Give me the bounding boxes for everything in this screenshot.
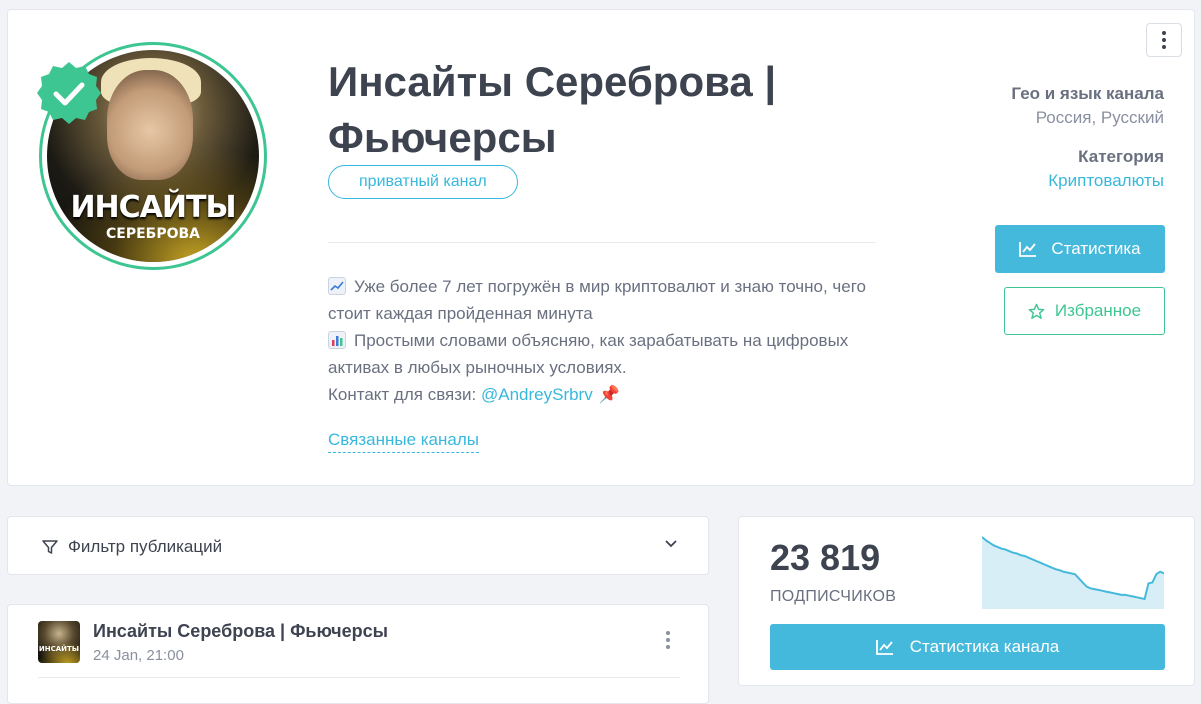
channel-header-card: ИНСАЙТЫ СЕРЕБРОВА Инсайты Сереброва | Фь… <box>7 9 1195 486</box>
statistics-button[interactable]: Статистика <box>995 225 1165 273</box>
avatar-subtitle-text: СЕРЕБРОВА <box>105 226 200 242</box>
bar-chart-icon <box>328 331 346 349</box>
verified-check-icon <box>37 62 101 124</box>
post-card: ИНСАЙТЫ Инсайты Сереброва | Фьючерсы 24 … <box>7 604 709 704</box>
post-channel-avatar[interactable]: ИНСАЙТЫ <box>38 621 80 663</box>
subscriber-label: ПОДПИСЧИКОВ <box>770 588 897 605</box>
filter-label: Фильтр публикаций <box>68 536 223 556</box>
chevron-down-icon[interactable] <box>664 537 678 551</box>
divider <box>38 677 680 678</box>
vertical-dots-icon <box>666 631 670 649</box>
channel-menu-button[interactable] <box>1146 23 1182 57</box>
contact-link[interactable]: @AndreySrbrv <box>481 385 593 404</box>
description-line-1: Уже более 7 лет погружён в мир криптовал… <box>328 277 867 323</box>
favorite-button[interactable]: Избранное <box>1004 287 1165 335</box>
subscriber-trend-sparkline <box>982 536 1164 609</box>
geo-language-value: Россия, Русский <box>1035 108 1164 127</box>
divider <box>328 242 876 243</box>
post-channel-name[interactable]: Инсайты Сереброва | Фьючерсы <box>93 621 388 642</box>
channel-title: Инсайты Сереброва | Фьючерсы <box>328 58 777 161</box>
favorite-button-label: Избранное <box>1054 301 1142 320</box>
pushpin-icon: 📌 <box>598 385 620 404</box>
post-avatar-text: ИНСАЙТЫ <box>38 645 80 653</box>
channel-description: Уже более 7 лет погружён в мир криптовал… <box>328 273 888 408</box>
statistics-button-label: Статистика <box>1051 239 1141 258</box>
geo-language-label: Гео и язык канала <box>1011 84 1164 103</box>
category-block: Категория Криптовалюты <box>1048 147 1164 191</box>
category-label: Категория <box>1078 147 1164 166</box>
avatar-title-text: ИНСАЙТЫ <box>70 190 236 225</box>
post-menu-button[interactable] <box>666 631 670 649</box>
line-chart-icon <box>875 640 893 655</box>
star-icon <box>1028 303 1045 319</box>
description-contact-line: Контакт для связи: @AndreySrbrv 📌 <box>328 385 620 404</box>
channel-statistics-button[interactable]: Статистика канала <box>770 624 1165 670</box>
filter-icon <box>42 539 58 554</box>
publication-filter[interactable]: Фильтр публикаций <box>7 516 709 575</box>
channel-statistics-button-label: Статистика канала <box>909 637 1060 656</box>
vertical-dots-icon <box>1162 31 1166 49</box>
description-line-2: Простыми словами объясняю, как зарабатыв… <box>328 331 849 377</box>
related-channels-link[interactable]: Связанные каналы <box>328 430 479 453</box>
post-date: 24 Jan, 21:00 <box>93 647 184 664</box>
subscriber-count: 23 819 <box>770 537 881 578</box>
private-channel-badge[interactable]: приватный канал <box>328 165 518 199</box>
line-chart-icon <box>1019 242 1037 257</box>
category-link[interactable]: Криптовалюты <box>1048 171 1164 191</box>
geo-language-block: Гео и язык канала Россия, Русский <box>1011 84 1164 128</box>
chart-increasing-icon <box>328 277 346 295</box>
subscribers-card: 23 819 ПОДПИСЧИКОВ Статистика канала <box>738 516 1195 686</box>
